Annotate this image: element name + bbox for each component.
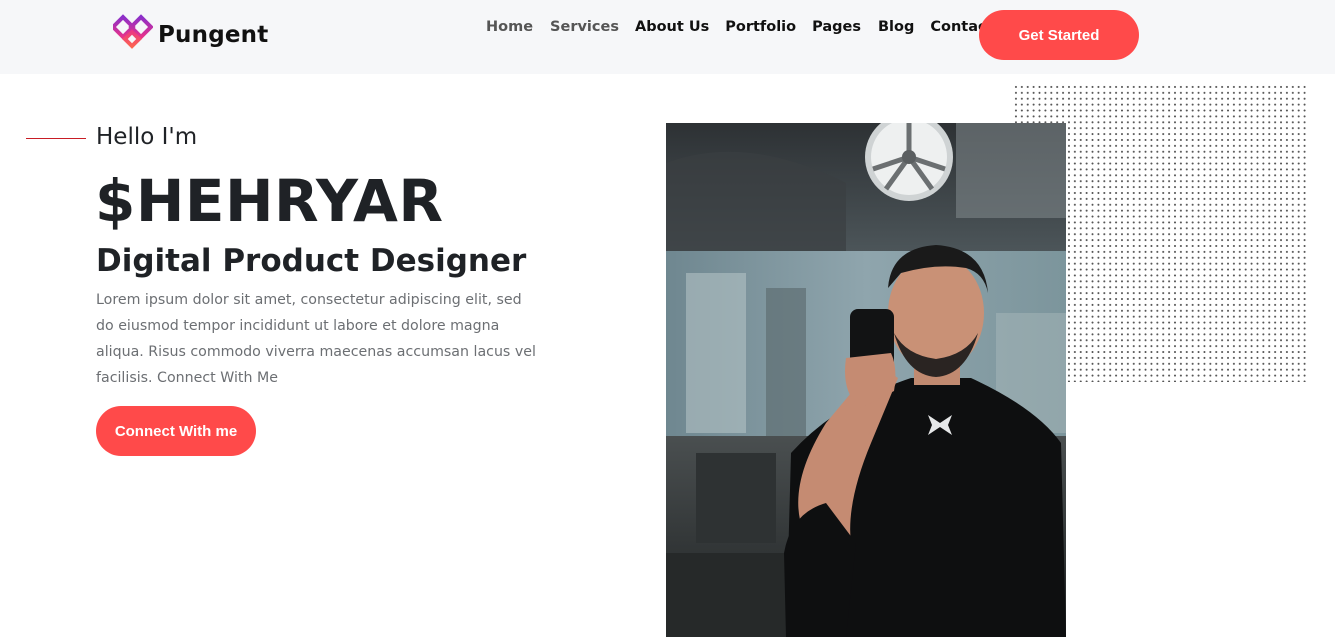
hero-photo xyxy=(666,123,1066,637)
nav-services[interactable]: Services xyxy=(550,19,619,35)
nav-blog[interactable]: Blog xyxy=(878,19,914,35)
main-nav: Home Services About Us Portfolio Pages B… xyxy=(486,19,1019,35)
brand-name: Pungent xyxy=(158,22,269,48)
hero-greeting: Hello I'm xyxy=(96,124,198,150)
site-header: Pungent Home Services About Us Portfolio… xyxy=(0,0,1335,74)
hero-description: Lorem ipsum dolor sit amet, consectetur … xyxy=(96,292,536,386)
nav-pages[interactable]: Pages xyxy=(812,19,861,35)
brand-logo[interactable]: Pungent xyxy=(110,14,269,56)
connect-button[interactable]: Connect With me xyxy=(96,406,256,456)
get-started-button[interactable]: Get Started xyxy=(979,10,1139,60)
nav-home[interactable]: Home xyxy=(486,19,533,35)
greeting-divider xyxy=(26,138,86,139)
nav-about-us[interactable]: About Us xyxy=(635,19,709,35)
diamond-logo-icon xyxy=(110,14,154,56)
hero-name: $HEHRYAR xyxy=(95,167,444,235)
hero-role: Digital Product Designer xyxy=(96,243,527,279)
nav-portfolio[interactable]: Portfolio xyxy=(725,19,796,35)
